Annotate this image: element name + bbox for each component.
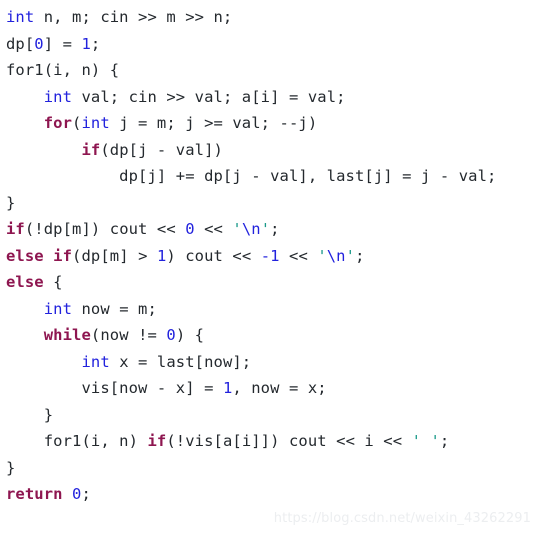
code-token-plain: << <box>279 246 318 265</box>
code-line: for1(i, n) { <box>6 57 535 84</box>
code-line: if(!dp[m]) cout << 0 << '\n'; <box>6 216 535 243</box>
code-token-plain: for1(i, n) <box>6 432 148 450</box>
code-token-plain: j = m; j >= val; --j) <box>109 114 318 132</box>
code-token-number: 1 <box>222 379 233 397</box>
code-token-plain: (!dp[m]) cout << <box>24 220 186 238</box>
code-token-plain: ; <box>439 432 450 450</box>
code-token-quote: ' <box>345 246 356 265</box>
code-token-keyword: return <box>6 485 63 503</box>
code-token-number: 1 <box>156 246 167 265</box>
code-token-keyword: if <box>6 220 25 238</box>
code-token-plain: val; cin >> val; a[i] = val; <box>72 87 346 106</box>
code-token-plain: dp[j] += dp[j - val], last[j] = j - val; <box>6 167 497 185</box>
code-token-keyword: for <box>43 114 73 132</box>
code-token-plain: ) cout << <box>166 246 261 265</box>
code-line: for(int j = m; j >= val; --j) <box>6 110 535 137</box>
code-token-plain: } <box>6 193 16 212</box>
code-token-plain: , now = x; <box>232 379 327 397</box>
code-token-keyword: if <box>147 432 167 450</box>
code-line: } <box>6 402 535 429</box>
code-line: while(now != 0) { <box>6 322 535 349</box>
code-token-number: 0 <box>34 34 44 53</box>
code-line: dp[j] += dp[j - val], last[j] = j - val; <box>6 163 535 190</box>
code-token-quote: ' <box>317 246 327 265</box>
code-token-plain: (dp[m] > <box>72 246 157 265</box>
code-token-plain: ; <box>355 246 365 265</box>
code-line: if(dp[j - val]) <box>6 137 535 164</box>
code-token-plain: ; <box>270 220 280 238</box>
code-token-number: -1 <box>260 246 280 265</box>
code-token-plain: n, m; cin >> m >> n; <box>34 8 233 26</box>
code-token-quote: ' <box>411 432 422 450</box>
code-token-plain: } <box>6 458 16 477</box>
code-lines-container: int n, m; cin >> m >> n; dp[0] = 1; for1(i… <box>6 4 535 508</box>
code-line: int x = last[now]; <box>6 349 535 376</box>
code-token-plain: ) { <box>175 326 205 344</box>
code-token-plain: (dp[j - val]) <box>100 140 223 159</box>
code-line: return 0; <box>6 481 535 508</box>
code-line: for1(i, n) if(!vis[a[i]]) cout << i << '… <box>6 428 535 455</box>
code-token-keyword: else <box>6 246 44 265</box>
code-line: int n, m; cin >> m >> n; <box>6 4 535 31</box>
code-token-plain: { <box>43 273 63 291</box>
code-token-keyword: if <box>81 140 101 159</box>
code-token-number: 1 <box>81 34 91 53</box>
code-line: vis[now - x] = 1, now = x; <box>6 375 535 402</box>
code-token-keyword: else <box>6 273 44 291</box>
watermark-text: https://blog.csdn.net/weixin_43262291 <box>273 511 531 526</box>
code-token-plain: vis[now - x] = <box>6 379 223 397</box>
code-token-plain: (!vis[a[i]]) cout << i << <box>166 432 412 450</box>
code-token-type: int <box>81 352 110 371</box>
code-token-plain: x = last[now]; <box>109 352 252 371</box>
code-line: else if(dp[m] > 1) cout << -1 << '\n'; <box>6 243 535 270</box>
code-token-keyword: while <box>43 326 91 344</box>
code-token-plain: for1(i, n) { <box>6 61 120 79</box>
code-token-string: \n <box>241 220 261 238</box>
code-token-plain: ] = <box>43 34 82 53</box>
code-token-type: int <box>43 87 73 106</box>
code-token-string: \n <box>326 246 346 265</box>
code-token-type: int <box>43 299 73 318</box>
code-token-keyword: if <box>53 246 73 265</box>
code-line: dp[0] = 1; <box>6 31 535 58</box>
code-token-plain: now = m; <box>72 299 157 318</box>
code-token-number: 0 <box>185 220 195 238</box>
code-token-plain: (now != <box>90 326 167 344</box>
code-line: } <box>6 190 535 217</box>
code-line: } <box>6 455 535 482</box>
code-token-plain: ; <box>81 485 91 503</box>
code-token-plain: dp[ <box>6 34 35 53</box>
code-token-quote: ' <box>232 220 242 238</box>
code-token-number: 0 <box>166 326 176 344</box>
code-token-plain: } <box>6 405 54 424</box>
code-token-type: int <box>81 114 110 132</box>
code-token-plain: ; <box>90 34 101 53</box>
code-token-quote: ' <box>260 220 271 238</box>
code-snippet: int n, m; cin >> m >> n; dp[0] = 1; for1(i… <box>0 0 535 536</box>
code-line: int now = m; <box>6 296 535 323</box>
code-token-plain: << <box>194 220 233 238</box>
code-line: else { <box>6 269 535 296</box>
code-line: int val; cin >> val; a[i] = val; <box>6 84 535 111</box>
code-token-quote: ' <box>430 432 440 450</box>
code-token-type: int <box>6 8 35 26</box>
